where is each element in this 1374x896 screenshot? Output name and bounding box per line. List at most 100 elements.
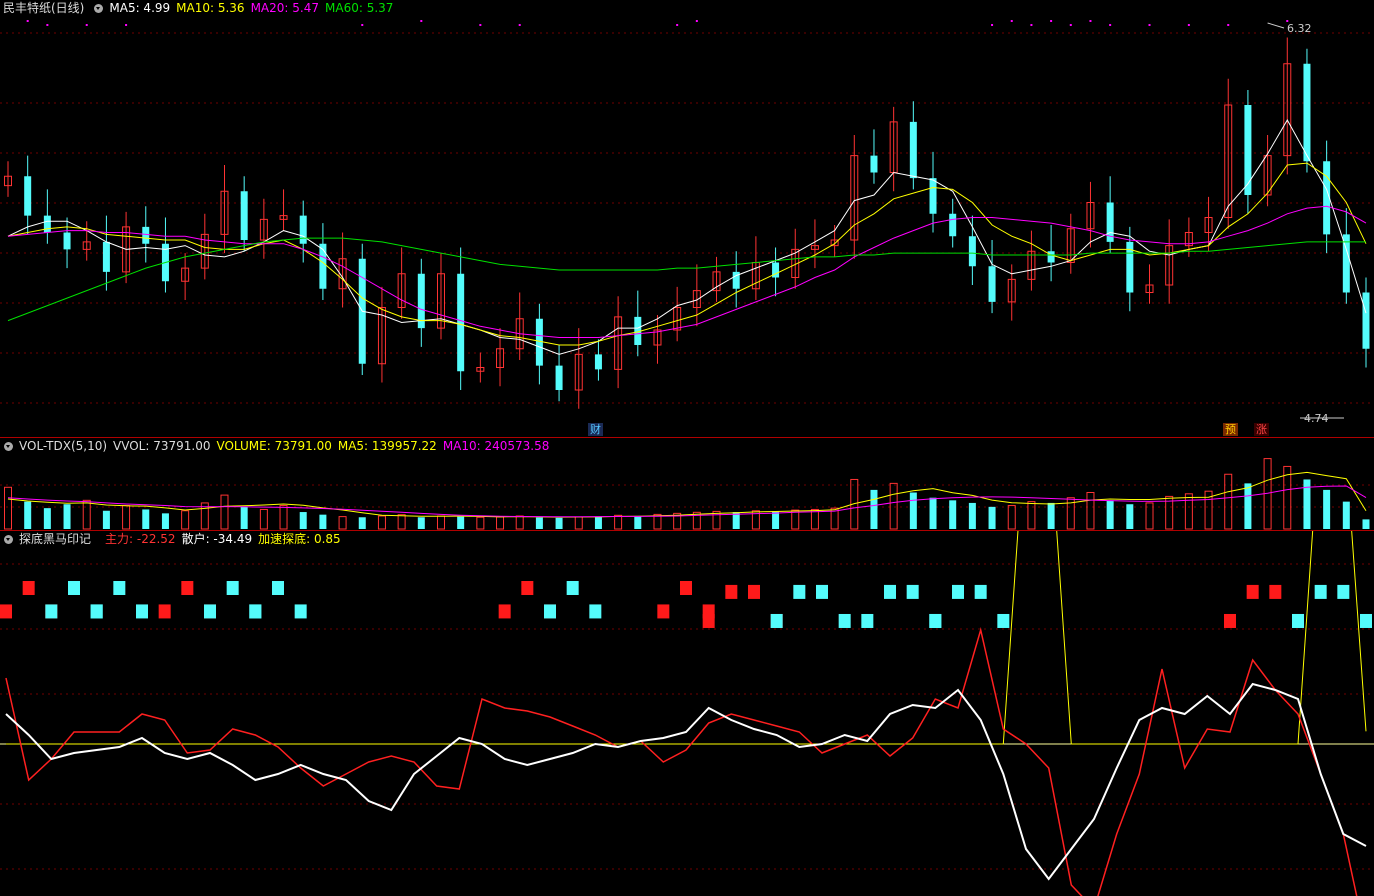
indicator-chart[interactable] <box>0 531 1374 896</box>
volume-bar <box>988 506 996 529</box>
volume-bar <box>436 515 445 530</box>
price-chart[interactable] <box>0 0 1374 437</box>
signal-block <box>181 581 194 595</box>
signal-dot <box>991 24 994 26</box>
volume-bar <box>161 513 169 529</box>
signal-dot <box>125 24 128 26</box>
volume-bar <box>614 514 623 530</box>
volume-bar <box>555 517 563 529</box>
volume-bar <box>279 505 288 530</box>
signal-block <box>226 581 239 595</box>
signal-block <box>657 604 670 619</box>
candle-body <box>63 232 71 250</box>
event-badge-yu[interactable]: 预 <box>1223 423 1238 436</box>
candle-body <box>870 155 878 173</box>
signal-dot <box>1030 24 1033 26</box>
ma5-label: MA5: 4.99 <box>109 1 171 15</box>
volume-bar <box>1047 502 1055 529</box>
signal-block <box>1269 584 1282 599</box>
signal-block <box>0 604 12 619</box>
signal-block <box>113 581 126 595</box>
signal-block <box>544 604 556 619</box>
volume-bar <box>810 508 819 530</box>
signal-block <box>974 584 987 599</box>
signal-block <box>204 604 216 619</box>
signal-block <box>952 584 964 599</box>
zhuli-line <box>5 627 1358 896</box>
volume-bar <box>240 506 248 529</box>
volume-bar <box>397 514 406 530</box>
signal-block <box>725 584 738 599</box>
signal-block <box>1246 584 1259 599</box>
signal-block <box>861 613 874 628</box>
volume-bar <box>338 516 347 530</box>
volume-bar <box>634 515 642 529</box>
volume-bar <box>791 509 800 530</box>
ma5-line <box>7 118 1367 355</box>
candle-body <box>929 178 937 214</box>
sanhu-line <box>5 682 1367 881</box>
volume-pane[interactable]: VOL-TDX(5,10) VVOL: 73791.00 VOLUME: 73791… <box>0 438 1374 530</box>
event-badge-zhang[interactable]: 涨 <box>1254 423 1269 436</box>
signal-dot <box>518 24 521 26</box>
volume-bar <box>574 516 583 530</box>
signal-block <box>521 581 534 595</box>
indicator-header: 探底黑马印记 主力: -22.52 散户: -34.49 加速探底: 0.85 <box>0 531 347 547</box>
candle-body <box>457 273 465 372</box>
candle-body <box>988 266 996 302</box>
signal-block <box>929 613 942 628</box>
candle-body <box>240 191 248 240</box>
signal-dot <box>361 24 364 26</box>
signal-block <box>22 581 35 595</box>
vvol-label: VVOL: 73791.00 <box>113 439 211 453</box>
volume-bar <box>181 510 190 530</box>
signal-block <box>136 604 148 619</box>
zhuli-label: 主力: -22.52 <box>105 532 176 546</box>
price-pane[interactable]: 民丰特纸(日线) MA5: 4.99 MA10: 5.36 MA20: 5.47 MA6… <box>0 0 1374 437</box>
indicator-pane[interactable]: 探底黑马印记 主力: -22.52 散户: -34.49 加速探底: 0.85 <box>0 531 1374 896</box>
price-header: 民丰特纸(日线) MA5: 4.99 MA10: 5.36 MA20: 5.47 MA6… <box>0 0 399 16</box>
signal-dot <box>85 24 88 26</box>
signal-block <box>589 604 602 619</box>
vol-title: VOL-TDX(5,10) <box>19 439 108 453</box>
volume-bar <box>968 502 976 529</box>
volume-bar <box>1224 473 1233 530</box>
signal-block <box>158 604 171 619</box>
volume-bar <box>712 510 721 530</box>
volume-bar <box>929 497 937 529</box>
event-badge-cai[interactable]: 财 <box>588 423 603 436</box>
jiasu-line <box>6 531 1367 745</box>
candle-body <box>142 226 150 244</box>
volume-bar <box>142 509 150 529</box>
signal-block <box>1314 584 1327 599</box>
dropdown-icon[interactable] <box>94 4 104 13</box>
candle-body <box>594 354 602 370</box>
volume-bar <box>1362 519 1370 529</box>
signal-block <box>816 584 828 599</box>
high-arrow <box>1267 22 1285 29</box>
signal-block <box>294 604 307 619</box>
signal-dot <box>1109 24 1112 26</box>
signal-block <box>68 581 80 595</box>
candle-body <box>949 213 957 237</box>
vol-ma5-line <box>7 471 1367 518</box>
volume-bar <box>299 512 307 529</box>
dropdown-icon[interactable] <box>4 535 13 544</box>
dropdown-icon[interactable] <box>4 442 13 451</box>
signal-dot <box>1050 20 1053 22</box>
jiasu-label: 加速探底: 0.85 <box>258 532 341 546</box>
sanhu-label: 散户: -34.49 <box>181 532 253 546</box>
volume-bar <box>102 510 110 529</box>
volume-bar <box>4 486 12 530</box>
signal-block <box>702 613 715 628</box>
signal-dot <box>1148 24 1151 26</box>
volume-bar <box>220 494 229 530</box>
indicator-title: 探底黑马印记 <box>19 532 92 546</box>
candle-body <box>1362 292 1370 349</box>
signal-block <box>680 581 692 595</box>
volume-bar <box>889 482 898 530</box>
signal-block <box>770 613 783 628</box>
volume-bar <box>949 500 957 529</box>
volume-bar <box>1342 501 1350 529</box>
volume-bar <box>63 504 71 529</box>
